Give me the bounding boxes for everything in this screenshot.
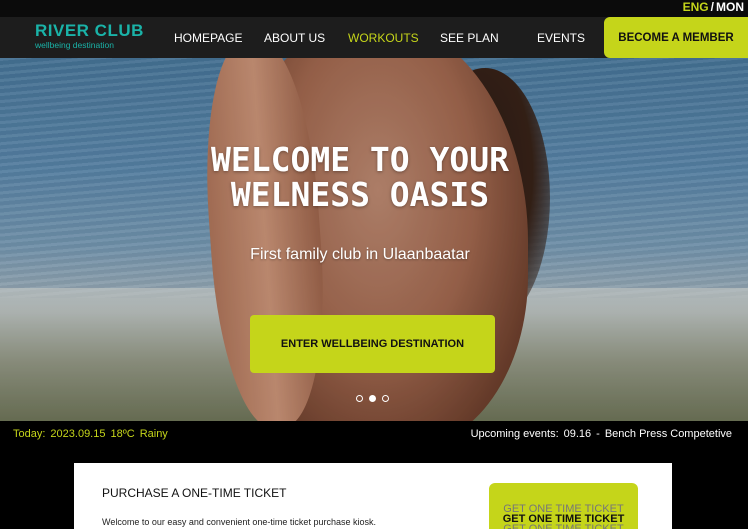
- today-date: 2023.09.15: [50, 428, 106, 440]
- ticket-description: Welcome to our easy and convenient one-t…: [102, 517, 376, 527]
- carousel-dots: [356, 395, 389, 402]
- hero-title: WELCOME TO YOUR WELNESS OASIS: [160, 142, 560, 212]
- nav-item-about-us[interactable]: ABOUT US: [264, 31, 325, 45]
- logo-subtitle: wellbeing destination: [35, 40, 114, 50]
- logo[interactable]: RIVER CLUB wellbeing destination: [35, 21, 144, 51]
- language-switcher: ENG / MON: [683, 0, 744, 15]
- language-mon-option[interactable]: MON: [716, 0, 744, 14]
- enter-wellbeing-button[interactable]: ENTER WELLBEING DESTINATION: [250, 315, 495, 373]
- get-ticket-button[interactable]: GET ONE TIME TICKET GET ONE TIME TICKET …: [489, 483, 638, 529]
- carousel-dot-1[interactable]: [356, 395, 363, 402]
- upcoming-event-name: Bench Press Competetive: [604, 428, 732, 440]
- carousel-dot-3[interactable]: [382, 395, 389, 402]
- today-info: Today: 2023.09.15 18ºC Rainy: [13, 428, 168, 440]
- become-member-button[interactable]: BECOME A MEMBER: [604, 17, 748, 58]
- today-label: Today:: [13, 428, 46, 440]
- nav-item-workouts[interactable]: WORKOUTS: [348, 31, 419, 45]
- nav-item-homepage[interactable]: HOMEPAGE: [174, 31, 242, 45]
- today-temperature: 18ºC: [110, 428, 135, 440]
- hero-banner: WELCOME TO YOUR WELNESS OASIS First fami…: [0, 58, 748, 421]
- status-bar: Today: 2023.09.15 18ºC Rainy Upcoming event…: [0, 421, 748, 447]
- carousel-dot-2[interactable]: [369, 395, 376, 402]
- get-ticket-ghost-label-2: GET ONE TIME TICKET: [503, 523, 624, 529]
- today-weather: Rainy: [139, 428, 168, 440]
- nav-item-see-plan[interactable]: SEE PLAN: [440, 31, 499, 45]
- logo-title: RIVER CLUB: [35, 21, 144, 40]
- language-eng-option[interactable]: ENG: [683, 0, 709, 14]
- ticket-title: PURCHASE A ONE-TIME TICKET: [102, 486, 287, 500]
- hero-title-line-2: WELNESS OASIS: [230, 175, 490, 214]
- ticket-card: PURCHASE A ONE-TIME TICKET Welcome to ou…: [74, 463, 672, 529]
- hero-subtitle: First family club in Ulaanbaatar: [250, 246, 470, 263]
- language-separator: /: [710, 0, 714, 14]
- nav-item-events[interactable]: EVENTS: [537, 31, 585, 45]
- upcoming-events[interactable]: Upcoming events: 09.16- Bench Press Compet…: [471, 428, 732, 440]
- top-navigation: RIVER CLUB wellbeing destination HOMEPAG…: [0, 17, 748, 58]
- hero-title-line-1: WELCOME TO YOUR: [210, 140, 509, 179]
- upcoming-event-separator: -: [596, 428, 600, 440]
- upcoming-event-date: 09.16: [563, 428, 592, 440]
- language-bar: ENG / MON: [0, 0, 748, 17]
- upcoming-events-label: Upcoming events:: [470, 428, 559, 440]
